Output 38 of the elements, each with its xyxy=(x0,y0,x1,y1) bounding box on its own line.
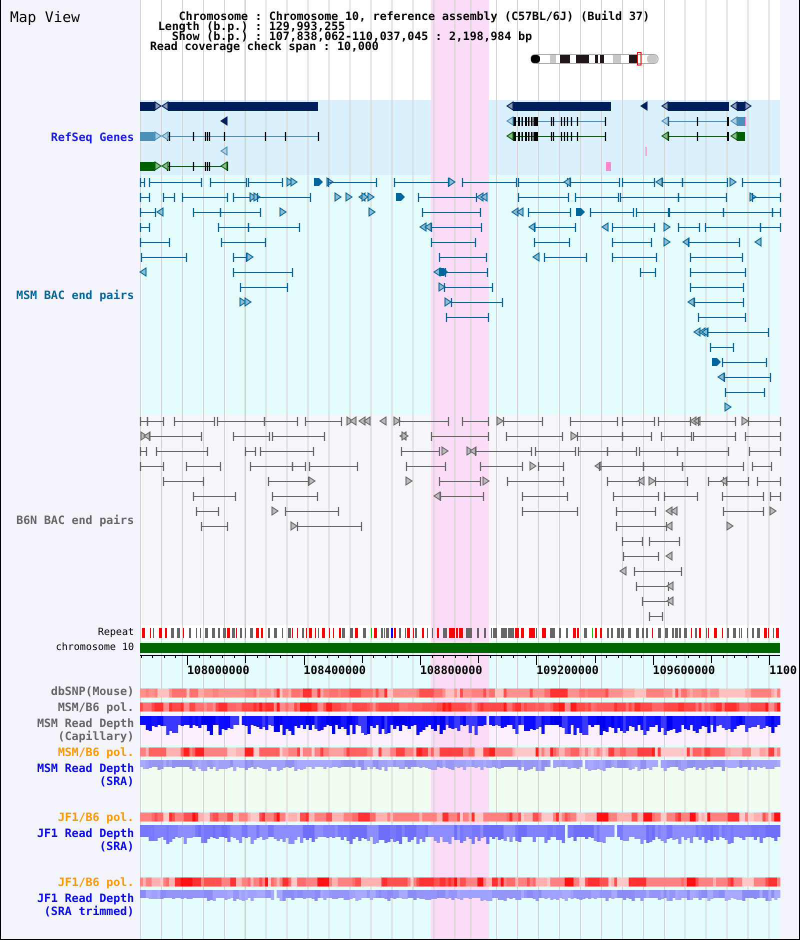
track-label: Repeat xyxy=(98,627,134,639)
track-label: MSM BAC end pairs xyxy=(16,288,134,302)
info-label: Length (b.p.) xyxy=(158,21,248,31)
track-label: JF1 Read Depth (SRA) xyxy=(37,827,134,853)
ruler-label: 1100 xyxy=(769,663,797,677)
separator-text: : xyxy=(255,11,262,21)
gene-feature xyxy=(220,116,228,126)
track-label: B6N BAC end pairs xyxy=(16,514,134,526)
info-value: Chromosome 10, reference assembly (C57BL/6J) (Build 37) xyxy=(268,11,650,21)
separator-text: : xyxy=(255,31,262,41)
ruler-label: 108000000 xyxy=(187,663,250,677)
track-label: dbSNP(Mouse) xyxy=(50,685,134,698)
info-label: Chromosome xyxy=(178,11,248,21)
info-value: 107,838,062-110,037,045 : 2,198,984 bp xyxy=(268,31,532,41)
track-label: JF1/B6 pol. xyxy=(58,876,134,888)
separator-text: : xyxy=(323,41,330,51)
selected-region-marker xyxy=(637,52,642,66)
info-value: 129,993,255 xyxy=(268,21,346,31)
info-label: Read coverage check span xyxy=(150,41,316,51)
gene-feature xyxy=(220,146,228,156)
track-label: JF1 Read Depth (SRA trimmed) xyxy=(37,892,134,918)
info-value: 10,000 xyxy=(337,41,379,51)
track-label: MSM/B6 pol. xyxy=(58,700,134,714)
track-label: chromosome 10 xyxy=(56,642,134,654)
track-label: JF1/B6 pol. xyxy=(58,810,134,824)
map-view-title: Map View xyxy=(10,10,80,27)
ruler-label: 108800000 xyxy=(420,663,482,677)
track-label: MSM Read Depth (SRA) xyxy=(37,762,134,788)
gene-feature xyxy=(640,101,648,111)
separator-text: : xyxy=(255,21,262,31)
track-label: MSM/B6 pol. xyxy=(58,746,134,758)
track-label: RefSeq Genes xyxy=(50,131,134,144)
ruler-label: 109600000 xyxy=(652,663,716,677)
info-label: Show (b.p.) xyxy=(172,31,248,41)
gene-feature xyxy=(606,162,611,171)
ruler-label: 108400000 xyxy=(304,663,366,677)
track-label: MSM Read Depth (Capillary) xyxy=(37,717,134,743)
ruler-label: 109200000 xyxy=(536,663,599,677)
